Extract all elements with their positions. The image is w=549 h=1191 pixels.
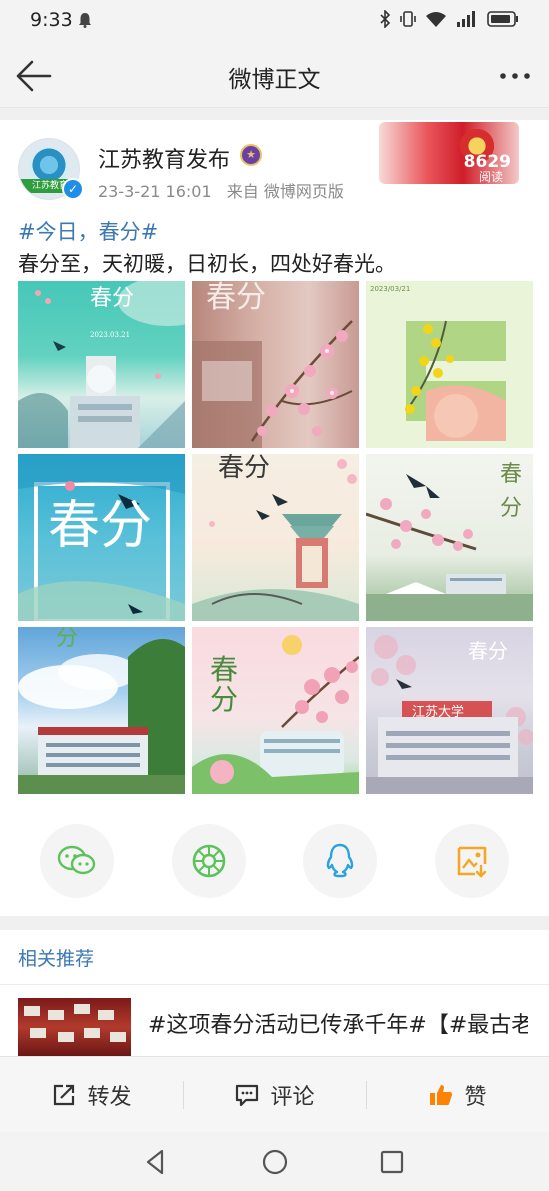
action-bar: 转发 评论 赞 [0, 1056, 549, 1132]
notification-bell-icon [79, 13, 91, 28]
image-caption: 春分 [48, 496, 153, 556]
post-image[interactable]: 分 [18, 627, 185, 794]
repost-icon [54, 1084, 75, 1106]
divider [0, 984, 549, 985]
image-caption: 春分 [468, 639, 508, 663]
divider-band [0, 916, 549, 930]
read-count-badge: 8629 阅读 [379, 122, 519, 184]
page-title: 微博正文 [228, 67, 321, 93]
image-caption: 春分 [90, 286, 135, 311]
image-caption: 春分 [500, 462, 523, 521]
divider-band [0, 108, 549, 120]
system-home-icon[interactable] [259, 1146, 291, 1178]
image-illustration [18, 639, 185, 794]
weibo-post: 江苏教育 ✓ 江苏教育发布 ★ 23-3-21 16:01 来自 微博网页版 8… [0, 120, 549, 916]
post-timestamp: 23-3-21 16:01 [98, 182, 212, 201]
status-time: 9:33 [30, 9, 73, 31]
image-caption: 春分 [218, 454, 271, 483]
share-qq-button[interactable] [303, 824, 377, 898]
read-label: 阅读 [478, 170, 503, 184]
post-image[interactable]: 春分 [192, 281, 359, 448]
post-meta: 23-3-21 16:01 来自 微博网页版 [98, 178, 354, 202]
wifi-icon [426, 12, 446, 27]
save-image-icon [457, 846, 487, 878]
battery-icon [487, 11, 518, 27]
share-row [0, 824, 549, 900]
system-recents-icon[interactable] [376, 1146, 408, 1178]
signal-icon [457, 11, 475, 27]
comment-button[interactable]: 评论 [183, 1057, 366, 1133]
qq-icon [326, 843, 354, 878]
bluetooth-icon [380, 10, 391, 28]
post-image[interactable]: 春分 江苏大学 [366, 627, 533, 794]
repost-label: 转发 [87, 1085, 132, 1110]
more-options-icon[interactable] [495, 60, 535, 92]
thumbnail-illustration [24, 1004, 126, 1042]
post-body: 春分至，天初暖，日初长，四处好春光。 [18, 252, 396, 276]
hashtag-link[interactable]: #今日，春分# [18, 216, 533, 248]
post-source: 来自 微博网页版 [226, 182, 344, 201]
image-sign: 江苏大学 [412, 705, 465, 720]
vibrate-icon [400, 11, 416, 27]
post-image[interactable]: 春分 [366, 454, 533, 621]
member-badge-icon[interactable]: ★ [240, 144, 262, 166]
image-caption: 春分 [210, 653, 239, 716]
related-item-thumbnail[interactable] [18, 998, 131, 1056]
moments-icon [192, 844, 226, 878]
image-date: 2023.03.21 [90, 331, 131, 339]
verified-check-icon: ✓ [64, 180, 82, 198]
like-label: 赞 [464, 1085, 487, 1110]
author-name[interactable]: 江苏教育发布 [98, 142, 230, 174]
comment-icon [236, 1084, 259, 1107]
post-image[interactable]: 春分 [192, 454, 359, 621]
image-date: 2023/03/21 [370, 285, 411, 293]
system-back-icon[interactable] [140, 1146, 172, 1178]
image-grid: 春分 2023.03.21 春分 2023/03/21 春分 春分 春分 分 春… [18, 281, 534, 794]
image-caption: 分 [56, 627, 79, 651]
status-icons [379, 10, 519, 28]
related-section-title: 相关推荐 [18, 948, 95, 970]
related-item-text[interactable]: #这项春分活动已传承千年#【#最古老的春分药市在哪里#】赶分 [148, 1010, 528, 1058]
verified-badge: ✓ [62, 178, 84, 200]
image-caption: 春分 [206, 281, 266, 315]
post-image[interactable]: 春分 [18, 454, 185, 621]
share-moments-button[interactable] [172, 824, 246, 898]
post-image[interactable]: 春分 [192, 627, 359, 794]
post-image[interactable]: 春分 2023.03.21 [18, 281, 185, 448]
like-button[interactable]: 赞 [366, 1057, 549, 1133]
status-bar: 9:33 [0, 0, 549, 44]
thumbs-up-icon [430, 1085, 453, 1105]
post-image[interactable]: 2023/03/21 [366, 281, 533, 448]
share-wechat-button[interactable] [40, 824, 114, 898]
system-nav-bar [0, 1132, 549, 1191]
image-illustration [405, 320, 506, 441]
nav-bar: 微博正文 [0, 44, 549, 108]
save-image-button[interactable] [435, 824, 509, 898]
repost-button[interactable]: 转发 [0, 1057, 183, 1133]
comment-label: 评论 [270, 1085, 315, 1110]
post-text: #今日，春分# 春分至，天初暖，日初长，四处好春光。 [18, 216, 533, 280]
wechat-icon [57, 845, 96, 875]
